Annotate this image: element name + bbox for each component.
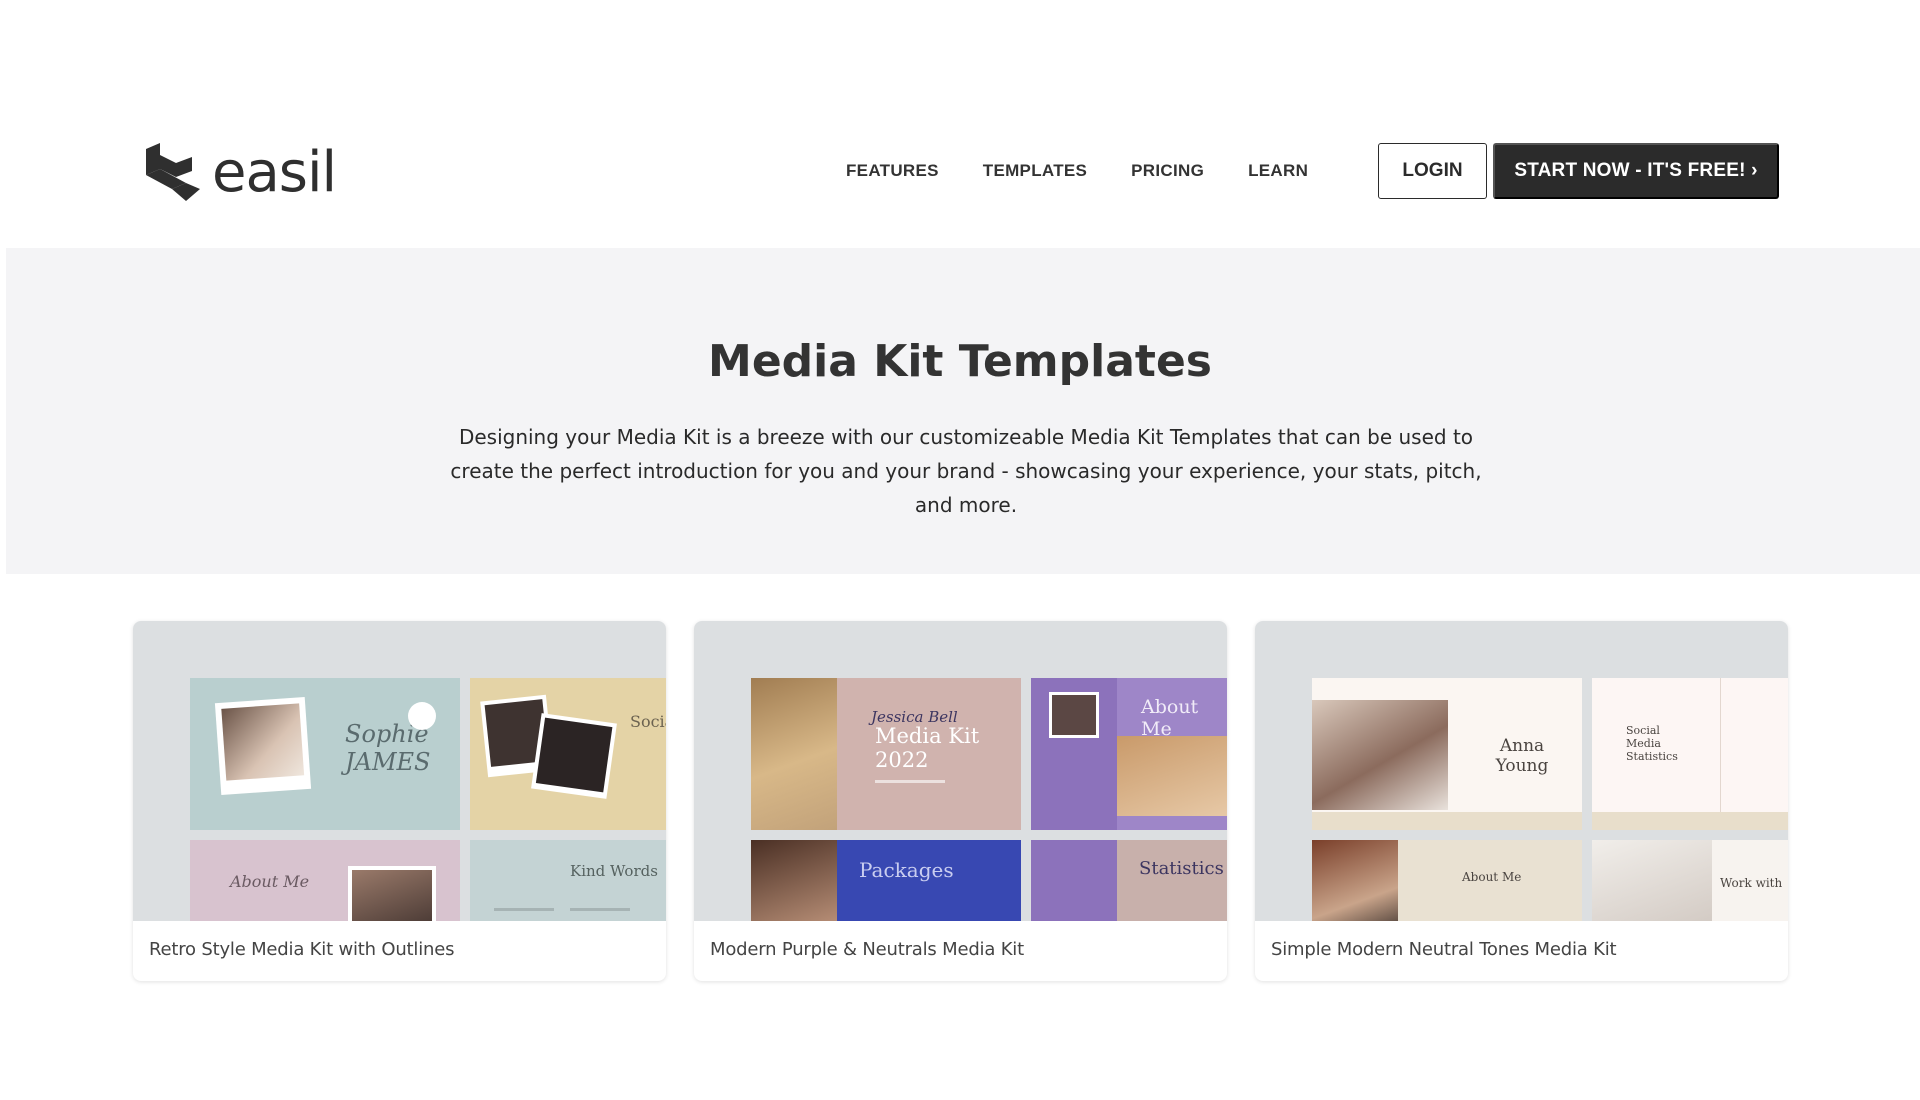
slide-statistics: Statistics [1031,840,1227,921]
slide-social-stats: Social Media Statistics [1592,678,1788,830]
slide-kind-title: Kind Words [570,862,658,880]
page-title: Media Kit Templates [708,336,1212,387]
login-button[interactable]: LOGIN [1378,143,1487,199]
template-card[interactable]: Jessica Bell Media Kit 2022 About Me Pac… [694,621,1227,981]
slide-about-title: About Me [1462,870,1522,884]
slide-cover: Jessica Bell Media Kit 2022 [751,678,1021,830]
slide-work-title: Work with [1720,876,1783,890]
start-now-button[interactable]: START NOW - IT'S FREE! › [1493,143,1779,199]
slide-year: 2022 [875,748,929,772]
nav-pricing[interactable]: PRICING [1131,160,1204,182]
template-card[interactable]: Sophie JAMES Social About Me Kind Words … [133,621,666,981]
template-title[interactable]: Simple Modern Neutral Tones Media Kit [1271,939,1617,960]
slide-about: About Me [190,840,460,921]
logo[interactable]: easil [142,140,337,205]
slide-packages: Packages [751,840,1021,921]
site-header: easil FEATURES TEMPLATES PRICING LEARN L… [0,0,1920,248]
slide-packages-title: Packages [859,858,954,882]
template-thumbnail[interactable]: Sophie JAMES Social About Me Kind Words [133,621,666,921]
slide-title: Media Kit [875,724,980,748]
slide-social-title: Social Media Statistics [1626,724,1678,763]
easil-logo-icon [146,143,200,201]
slide-about: About Me [1312,840,1582,921]
template-thumbnail[interactable]: Anna Young Social Media Statistics About… [1255,621,1788,921]
main-nav: FEATURES TEMPLATES PRICING LEARN [846,160,1308,182]
slide-about-title: About Me [230,872,310,891]
logo-text: easil [212,140,337,205]
slide-social: Social [470,678,666,830]
slide-work: Work with [1592,840,1788,921]
slide-name: Anna Young [1495,736,1549,776]
nav-templates[interactable]: TEMPLATES [983,160,1087,182]
template-title[interactable]: Modern Purple & Neutrals Media Kit [710,939,1024,960]
slide-cover: Sophie JAMES [190,678,460,830]
slide-stats-title: Statistics [1139,858,1224,879]
slide-about: About Me [1031,678,1227,830]
hero-section: Media Kit Templates Designing your Media… [6,248,1920,574]
template-card[interactable]: Anna Young Social Media Statistics About… [1255,621,1788,981]
template-title[interactable]: Retro Style Media Kit with Outlines [149,939,454,960]
slide-name: Sophie JAMES [345,720,431,776]
template-grid: Sophie JAMES Social About Me Kind Words … [133,621,1788,981]
slide-kind-words: Kind Words [470,840,666,921]
photo-frame [214,696,312,796]
slide-about-title: About Me [1141,696,1199,740]
slide-social-title: Social [630,712,666,731]
template-thumbnail[interactable]: Jessica Bell Media Kit 2022 About Me Pac… [694,621,1227,921]
nav-features[interactable]: FEATURES [846,160,939,182]
page-description: Designing your Media Kit is a breeze wit… [450,425,1482,517]
nav-learn[interactable]: LEARN [1248,160,1308,182]
slide-cover: Anna Young [1312,678,1582,830]
